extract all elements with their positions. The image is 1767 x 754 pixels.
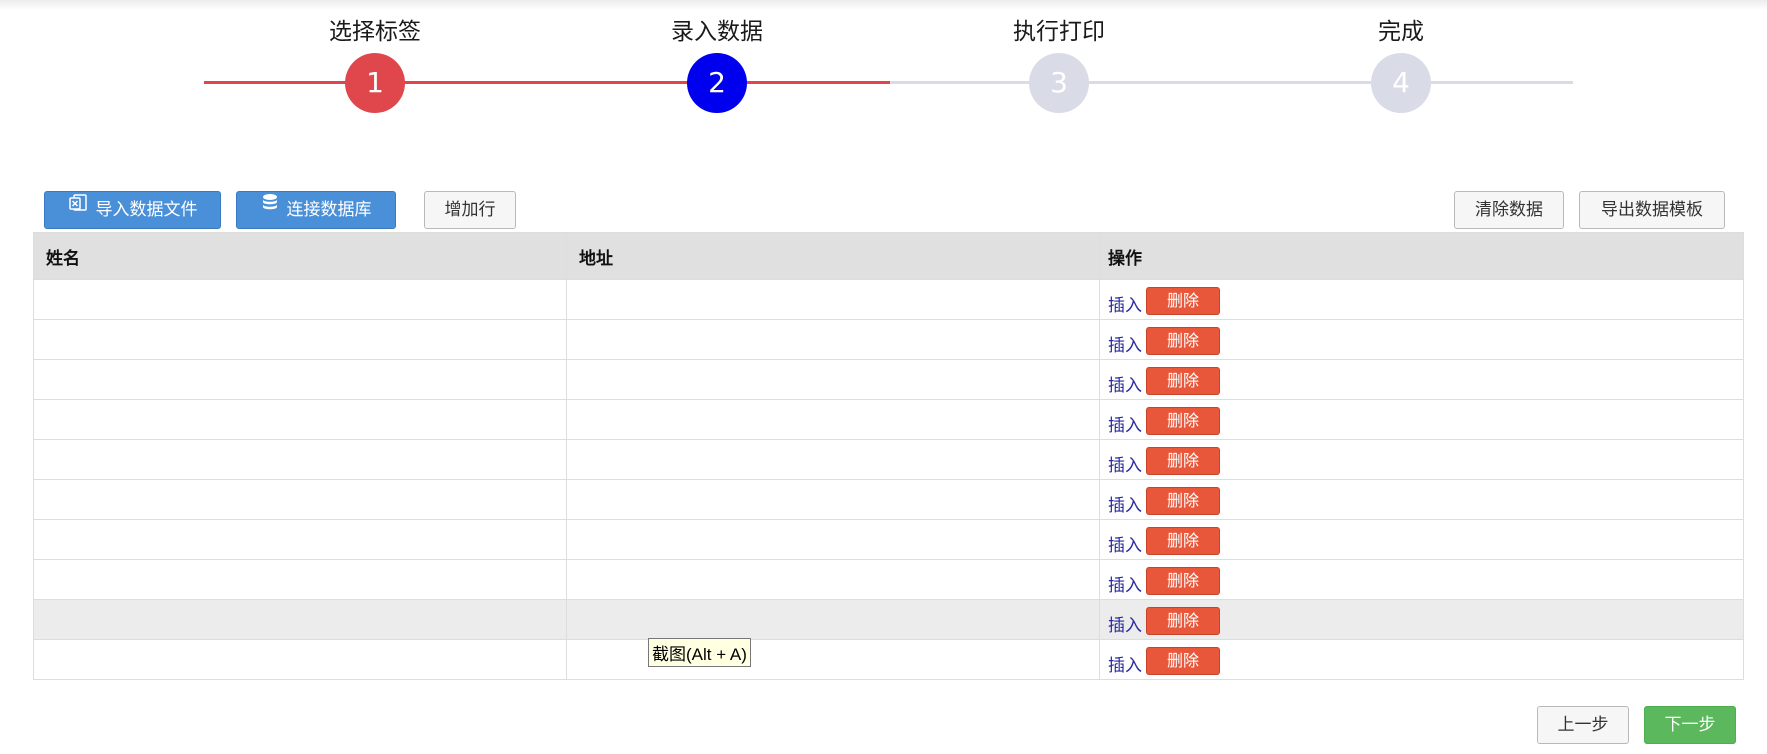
name-cell[interactable] [33, 639, 567, 680]
actions-cell: 插入 删除 [1099, 399, 1744, 440]
step-1-circle[interactable]: 1 [345, 53, 405, 113]
delete-row-button[interactable]: 删除 [1146, 607, 1220, 635]
table-row: 插入 删除 [33, 639, 1744, 680]
screenshot-tooltip: 截图(Alt + A) [648, 638, 751, 667]
actions-cell: 插入 删除 [1099, 359, 1744, 400]
import-data-file-label: 导入数据文件 [95, 200, 198, 220]
insert-row-link[interactable]: 插入 [1108, 331, 1142, 356]
add-row-button[interactable]: 增加行 [424, 191, 516, 229]
actions-cell: 插入 删除 [1099, 479, 1744, 520]
clear-data-button[interactable]: 清除数据 [1454, 191, 1564, 229]
delete-row-button[interactable]: 删除 [1146, 567, 1220, 595]
address-cell[interactable] [566, 559, 1100, 600]
insert-row-link[interactable]: 插入 [1108, 571, 1142, 596]
name-cell[interactable] [33, 359, 567, 400]
delete-row-button[interactable]: 删除 [1146, 367, 1220, 395]
address-cell[interactable] [566, 279, 1100, 320]
delete-row-button[interactable]: 删除 [1146, 647, 1220, 675]
insert-row-link[interactable]: 插入 [1108, 491, 1142, 516]
name-cell[interactable] [33, 319, 567, 360]
address-cell[interactable] [566, 599, 1100, 640]
step-4-circle[interactable]: 4 [1371, 53, 1431, 113]
step-1-label: 选择标签 [329, 19, 421, 45]
step-2-label: 录入数据 [671, 19, 763, 45]
data-table: 姓名 地址 操作 插入 删除 插入 删除 插入 删除 插入 删除 插入 删除 插入 删除 插入 删除 插入删… [33, 232, 1744, 680]
table-row: 插入 删除 [33, 279, 1744, 320]
delete-row-button[interactable]: 删除 [1146, 447, 1220, 475]
export-template-button[interactable]: 导出数据模板 [1579, 191, 1725, 229]
import-data-file-button[interactable]: 导入数据文件 [44, 191, 221, 229]
name-cell[interactable] [33, 519, 567, 560]
actions-cell: 插入 删除 [1099, 319, 1744, 360]
table-row: 插入 删除 [33, 399, 1744, 440]
address-cell[interactable] [566, 359, 1100, 400]
name-cell[interactable] [33, 279, 567, 320]
table-header-row: 姓名 地址 操作 [33, 232, 1744, 280]
address-cell[interactable] [566, 399, 1100, 440]
table-row: 插入 删除 [33, 359, 1744, 400]
address-cell[interactable] [566, 439, 1100, 480]
table-row: 插入 删除 [33, 439, 1744, 480]
previous-step-button[interactable]: 上一步 [1537, 706, 1629, 744]
connect-database-button[interactable]: 连接数据库 [236, 191, 396, 229]
step-progress-line-done [204, 81, 890, 84]
actions-cell: 插入 删除 [1099, 599, 1744, 640]
insert-row-link[interactable]: 插入 [1108, 411, 1142, 436]
progress-stepper: 选择标签 1 录入数据 2 执行打印 3 完成 4 [0, 0, 1767, 120]
actions-cell: 插入 删除 [1099, 519, 1744, 560]
excel-file-icon [68, 190, 88, 226]
step-progress-line-pending [890, 81, 1573, 84]
delete-row-button[interactable]: 删除 [1146, 487, 1220, 515]
name-cell[interactable] [33, 439, 567, 480]
column-header-actions: 操作 [1099, 232, 1744, 280]
delete-row-button[interactable]: 删除 [1146, 327, 1220, 355]
name-cell[interactable] [33, 599, 567, 640]
insert-row-link[interactable]: 插入 [1108, 371, 1142, 396]
address-cell[interactable] [566, 479, 1100, 520]
insert-row-link[interactable]: 插入 [1108, 651, 1142, 676]
insert-row-link[interactable]: 插入 [1108, 531, 1142, 556]
name-cell[interactable] [33, 399, 567, 440]
connect-database-label: 连接数据库 [286, 200, 372, 220]
actions-cell: 插入 删除 [1099, 439, 1744, 480]
delete-row-button[interactable]: 删除 [1146, 287, 1220, 315]
table-row: 插入 删除 [33, 479, 1744, 520]
next-step-button[interactable]: 下一步 [1644, 706, 1736, 744]
table-row: 插入 删除 [33, 319, 1744, 360]
table-row: 插入 删除 [33, 559, 1744, 600]
insert-row-link[interactable]: 插入 [1108, 291, 1142, 316]
insert-row-link[interactable]: 插入 [1108, 611, 1142, 636]
column-header-address: 地址 [566, 232, 1100, 280]
step-3-circle[interactable]: 3 [1029, 53, 1089, 113]
database-icon [261, 190, 279, 226]
table-row: 插入 删除 [33, 599, 1744, 640]
step-2-circle[interactable]: 2 [687, 53, 747, 113]
name-cell[interactable] [33, 479, 567, 520]
address-cell[interactable] [566, 519, 1100, 560]
insert-row-link[interactable]: 插入 [1108, 451, 1142, 476]
step-3-label: 执行打印 [1013, 19, 1105, 45]
delete-row-button[interactable]: 删除 [1146, 527, 1220, 555]
address-cell[interactable] [566, 639, 1100, 680]
actions-cell: 插入 删除 [1099, 279, 1744, 320]
name-cell[interactable] [33, 559, 567, 600]
table-row: 插入 删除 [33, 519, 1744, 560]
address-cell[interactable] [566, 319, 1100, 360]
step-4-label: 完成 [1378, 19, 1424, 45]
actions-cell: 插入 删除 [1099, 639, 1744, 680]
column-header-name: 姓名 [33, 232, 567, 280]
delete-row-button[interactable]: 删除 [1146, 407, 1220, 435]
actions-cell: 插入 删除 [1099, 559, 1744, 600]
